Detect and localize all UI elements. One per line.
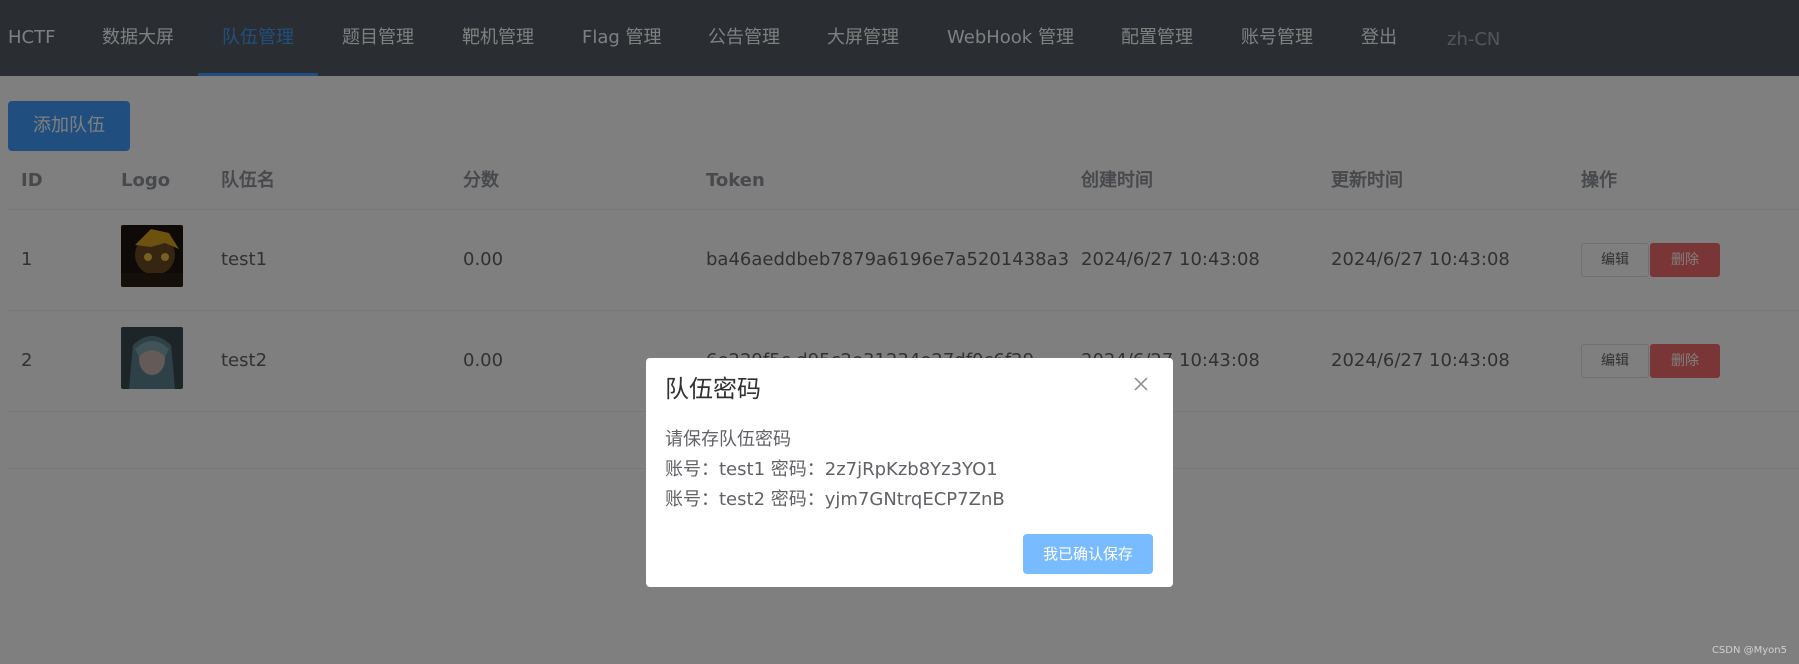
- team-password-dialog: 队伍密码 请保存队伍密码 账号：test1 密码：2z7jRpKzb8Yz3YO…: [646, 358, 1173, 587]
- close-icon[interactable]: [1129, 372, 1153, 396]
- confirm-saved-button[interactable]: 我已确认保存: [1023, 534, 1153, 574]
- dialog-message: 请保存队伍密码: [665, 429, 791, 450]
- dialog-account-line: 账号：test2 密码：yjm7GNtrqECP7ZnB: [665, 489, 1005, 510]
- dialog-title: 队伍密码: [665, 375, 761, 403]
- dialog-account-line: 账号：test1 密码：2z7jRpKzb8Yz3YO1: [665, 459, 998, 480]
- watermark: CSDN @Myon5: [1711, 645, 1787, 656]
